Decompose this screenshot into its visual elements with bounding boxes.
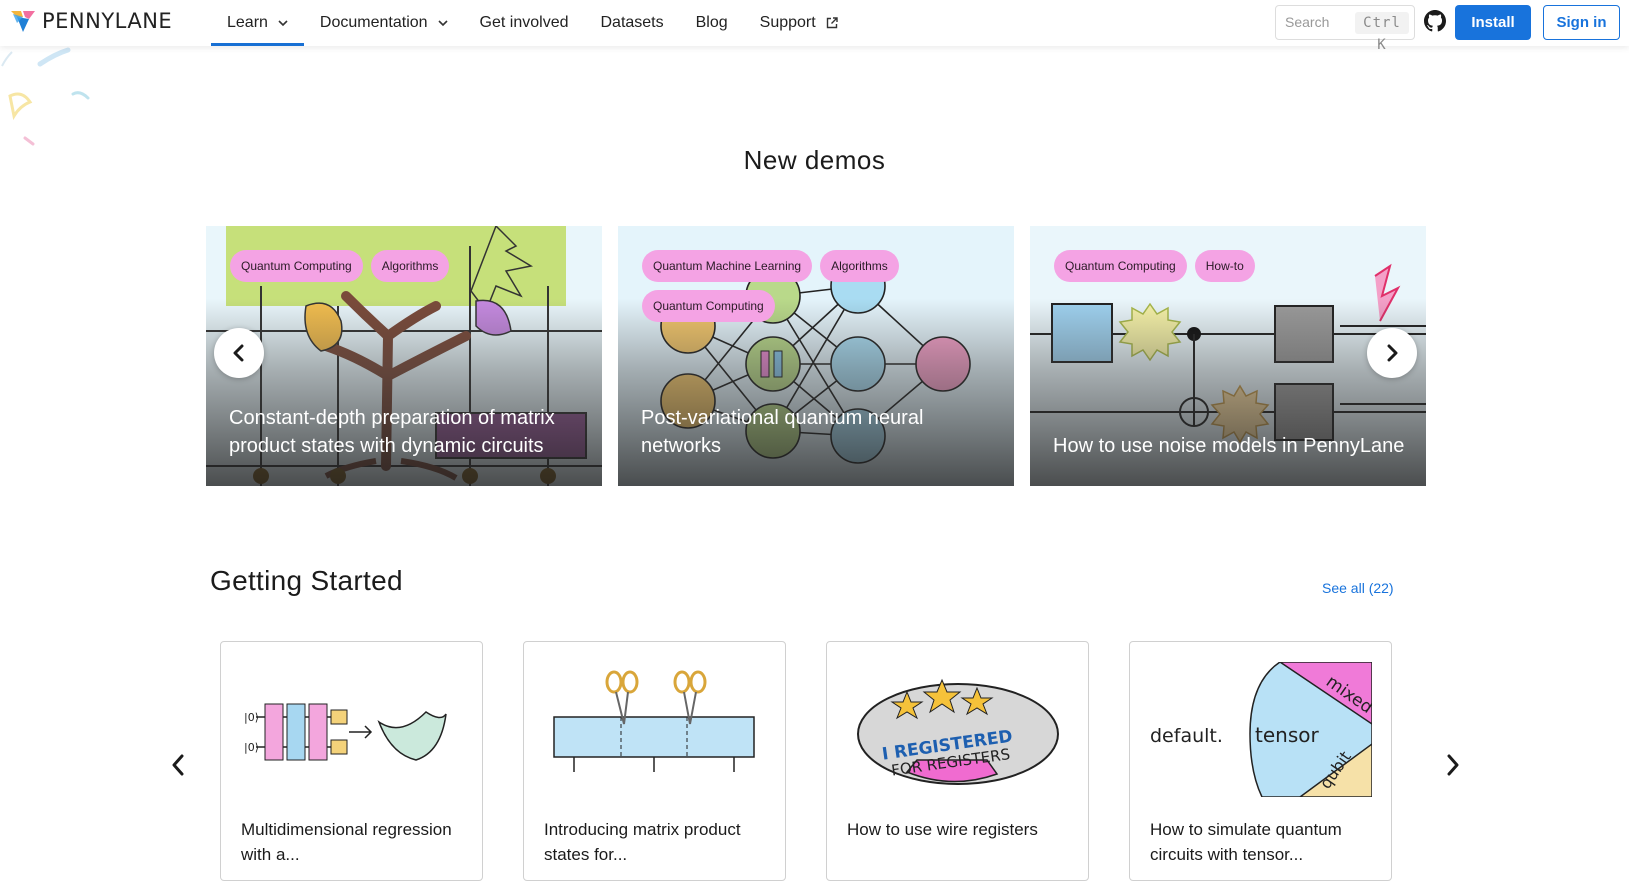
brand-name: PENNYLANE	[42, 9, 173, 33]
tag-chip[interactable]: Quantum Machine Learning	[642, 250, 813, 282]
nav-documentation[interactable]: Documentation	[304, 0, 464, 46]
tag-list: Quantum Computing How-to	[1054, 250, 1394, 282]
nav-learn-label: Learn	[227, 14, 268, 31]
nav-datasets[interactable]: Datasets	[584, 0, 679, 46]
tag-chip[interactable]: Algorithms	[370, 250, 450, 282]
card-title: How to simulate quantum circuits with te…	[1150, 820, 1342, 864]
carousel-prev-button[interactable]	[214, 328, 264, 378]
nav-blog-label: Blog	[695, 14, 728, 31]
chevron-down-icon	[278, 19, 288, 26]
nav-blog[interactable]: Blog	[680, 0, 744, 46]
chevron-right-icon	[1447, 754, 1459, 776]
search-placeholder: Search	[1285, 14, 1330, 30]
tag-chip[interactable]: How-to	[1194, 250, 1255, 282]
svg-text:|0⟩: |0⟩	[244, 741, 259, 754]
getting-started-card[interactable]: I REGISTERED FOR REGISTERS How to use wi…	[826, 641, 1089, 881]
getting-started-heading: Getting Started	[210, 565, 403, 596]
card-title: Introducing matrix product states for...	[544, 820, 741, 864]
chevron-left-icon	[233, 344, 244, 362]
brand-logo-link[interactable]: PENNYLANE	[10, 9, 172, 33]
top-navbar: PENNYLANE Learn Documentation Get involv…	[0, 0, 1629, 53]
tensor-wheel-illustration: default. tensor mixed qubit	[1150, 662, 1372, 797]
pennylane-logo-icon	[11, 11, 35, 32]
demo-card[interactable]: Quantum Machine Learning Algorithms Quan…	[618, 226, 1014, 486]
wheel-label-tensor: tensor	[1255, 723, 1319, 747]
chevron-down-icon	[437, 19, 448, 26]
chevron-left-icon	[172, 754, 184, 776]
getting-started-card[interactable]: Introducing matrix product states for...	[523, 641, 786, 881]
tag-list: Quantum Machine Learning Algorithms Quan…	[642, 250, 982, 322]
registered-badge-illustration: I REGISTERED FOR REGISTERS	[857, 678, 1059, 785]
demo-title: Post-variational quantum neural networks	[641, 407, 924, 457]
tag-list: Quantum Computing Algorithms	[230, 250, 570, 282]
getting-started-card[interactable]: default. tensor mixed qubit How to simul…	[1129, 641, 1392, 881]
see-all-link[interactable]: See all (22)	[1322, 580, 1394, 596]
decorative-doodles	[1, 47, 90, 146]
getting-started-prev-button[interactable]	[166, 750, 190, 780]
nav-get-involved[interactable]: Get involved	[464, 0, 585, 46]
tag-chip[interactable]: Quantum Computing	[230, 250, 363, 282]
carousel-next-button[interactable]	[1367, 328, 1417, 378]
install-button[interactable]: Install	[1455, 5, 1531, 40]
main-nav: Learn Documentation Get involved Dataset…	[211, 0, 854, 46]
nav-support-label: Support	[759, 14, 816, 31]
chevron-right-icon	[1387, 344, 1398, 362]
getting-started-card[interactable]: |0⟩ |0⟩ Multidimensional regression with…	[220, 641, 483, 881]
tag-chip[interactable]: Algorithms	[820, 250, 899, 282]
demo-card[interactable]: Quantum Computing Algorithms Constant-de…	[206, 226, 602, 486]
demo-title: Constant-depth preparation of matrix pro…	[229, 407, 555, 457]
search-shortcut-hint: Ctrl K	[1355, 12, 1409, 53]
tag-chip[interactable]: Quantum Computing	[1054, 250, 1187, 282]
sign-in-button[interactable]: Sign in	[1543, 5, 1620, 40]
search-input[interactable]: Search Ctrl K	[1275, 5, 1415, 53]
scissors-mps-illustration	[553, 670, 755, 772]
tag-chip[interactable]: Quantum Computing	[642, 290, 775, 322]
nav-learn[interactable]: Learn	[211, 0, 304, 46]
regression-circuit-illustration: |0⟩ |0⟩	[244, 703, 447, 761]
card-title: How to use wire registers	[847, 820, 1038, 839]
getting-started-next-button[interactable]	[1441, 750, 1465, 780]
svg-text:|0⟩: |0⟩	[244, 711, 259, 724]
nav-datasets-label: Datasets	[600, 14, 664, 31]
card-title: Multidimensional regression with a...	[241, 820, 452, 864]
nav-support[interactable]: Support	[744, 0, 854, 46]
nav-documentation-label: Documentation	[319, 14, 428, 31]
wheel-label-default: default.	[1150, 725, 1223, 747]
nav-get-involved-label: Get involved	[479, 14, 569, 31]
external-link-icon	[826, 17, 838, 29]
github-link[interactable]	[1424, 10, 1446, 32]
demo-title: How to use noise models in PennyLane	[1053, 435, 1405, 457]
github-icon	[1424, 10, 1446, 32]
new-demos-heading: New demos	[743, 145, 886, 175]
